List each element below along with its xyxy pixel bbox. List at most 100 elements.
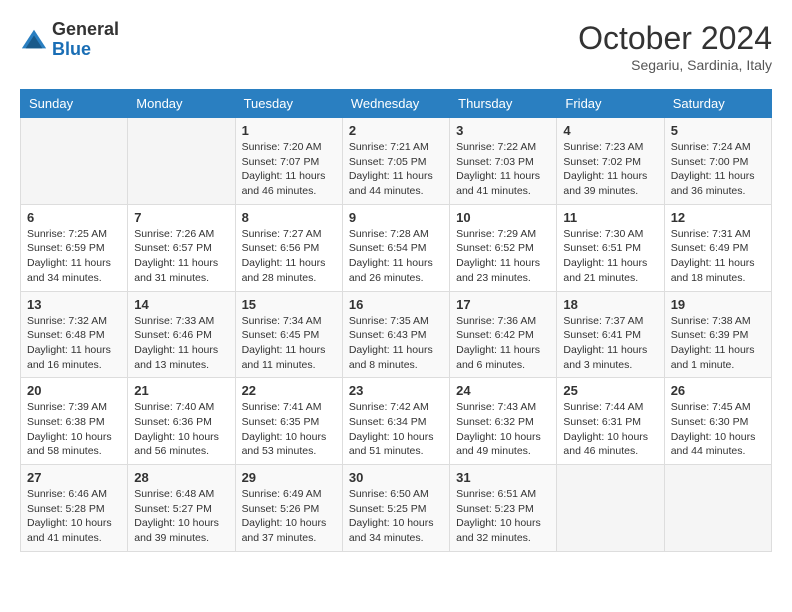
day-number: 26 <box>671 383 765 398</box>
day-number: 19 <box>671 297 765 312</box>
logo: General Blue <box>20 20 119 60</box>
day-info: Sunrise: 7:25 AM Sunset: 6:59 PM Dayligh… <box>27 227 121 286</box>
day-number: 21 <box>134 383 228 398</box>
calendar-day-cell: 6 Sunrise: 7:25 AM Sunset: 6:59 PM Daylig… <box>21 204 128 291</box>
day-number: 3 <box>456 123 550 138</box>
day-number: 20 <box>27 383 121 398</box>
day-number: 9 <box>349 210 443 225</box>
day-number: 16 <box>349 297 443 312</box>
calendar-day-cell: 11 Sunrise: 7:30 AM Sunset: 6:51 PM Dayli… <box>557 204 664 291</box>
day-number: 23 <box>349 383 443 398</box>
day-number: 30 <box>349 470 443 485</box>
calendar-day-cell: 12 Sunrise: 7:31 AM Sunset: 6:49 PM Dayli… <box>664 204 771 291</box>
calendar-week-row: 27 Sunrise: 6:46 AM Sunset: 5:28 PM Dayli… <box>21 465 772 552</box>
day-info: Sunrise: 7:45 AM Sunset: 6:30 PM Dayligh… <box>671 400 765 459</box>
calendar-day-cell: 7 Sunrise: 7:26 AM Sunset: 6:57 PM Daylig… <box>128 204 235 291</box>
calendar-day-cell: 28 Sunrise: 6:48 AM Sunset: 5:27 PM Dayli… <box>128 465 235 552</box>
day-info: Sunrise: 7:40 AM Sunset: 6:36 PM Dayligh… <box>134 400 228 459</box>
day-number: 12 <box>671 210 765 225</box>
day-number: 15 <box>242 297 336 312</box>
calendar-day-cell: 26 Sunrise: 7:45 AM Sunset: 6:30 PM Dayli… <box>664 378 771 465</box>
day-info: Sunrise: 7:34 AM Sunset: 6:45 PM Dayligh… <box>242 314 336 373</box>
day-info: Sunrise: 7:23 AM Sunset: 7:02 PM Dayligh… <box>563 140 657 199</box>
calendar-day-cell: 4Sunrise: 7:23 AM Sunset: 7:02 PM Daylig… <box>557 118 664 205</box>
month-title: October 2024 <box>578 20 772 57</box>
day-number: 29 <box>242 470 336 485</box>
day-info: Sunrise: 7:41 AM Sunset: 6:35 PM Dayligh… <box>242 400 336 459</box>
day-number: 2 <box>349 123 443 138</box>
calendar-day-cell <box>21 118 128 205</box>
day-number: 18 <box>563 297 657 312</box>
day-number: 17 <box>456 297 550 312</box>
calendar-table: SundayMondayTuesdayWednesdayThursdayFrid… <box>20 89 772 552</box>
day-info: Sunrise: 7:31 AM Sunset: 6:49 PM Dayligh… <box>671 227 765 286</box>
day-info: Sunrise: 7:20 AM Sunset: 7:07 PM Dayligh… <box>242 140 336 199</box>
calendar-day-cell: 30Sunrise: 6:50 AM Sunset: 5:25 PM Dayli… <box>342 465 449 552</box>
day-number: 11 <box>563 210 657 225</box>
weekday-header: Thursday <box>450 90 557 118</box>
day-info: Sunrise: 7:33 AM Sunset: 6:46 PM Dayligh… <box>134 314 228 373</box>
day-info: Sunrise: 7:22 AM Sunset: 7:03 PM Dayligh… <box>456 140 550 199</box>
day-info: Sunrise: 7:21 AM Sunset: 7:05 PM Dayligh… <box>349 140 443 199</box>
day-info: Sunrise: 7:37 AM Sunset: 6:41 PM Dayligh… <box>563 314 657 373</box>
calendar-day-cell: 27 Sunrise: 6:46 AM Sunset: 5:28 PM Dayli… <box>21 465 128 552</box>
calendar-day-cell: 17 Sunrise: 7:36 AM Sunset: 6:42 PM Dayli… <box>450 291 557 378</box>
day-number: 6 <box>27 210 121 225</box>
day-info: Sunrise: 6:46 AM Sunset: 5:28 PM Dayligh… <box>27 487 121 546</box>
day-info: Sunrise: 6:51 AM Sunset: 5:23 PM Dayligh… <box>456 487 550 546</box>
calendar-day-cell: 16Sunrise: 7:35 AM Sunset: 6:43 PM Dayli… <box>342 291 449 378</box>
calendar-day-cell: 2 Sunrise: 7:21 AM Sunset: 7:05 PM Daylig… <box>342 118 449 205</box>
day-info: Sunrise: 7:39 AM Sunset: 6:38 PM Dayligh… <box>27 400 121 459</box>
calendar-day-cell: 20 Sunrise: 7:39 AM Sunset: 6:38 PM Dayli… <box>21 378 128 465</box>
location: Segariu, Sardinia, Italy <box>578 57 772 73</box>
page-header: General Blue October 2024 Segariu, Sardi… <box>20 20 772 73</box>
calendar-day-cell: 23 Sunrise: 7:42 AM Sunset: 6:34 PM Dayli… <box>342 378 449 465</box>
day-info: Sunrise: 7:30 AM Sunset: 6:51 PM Dayligh… <box>563 227 657 286</box>
day-number: 13 <box>27 297 121 312</box>
day-number: 31 <box>456 470 550 485</box>
weekday-header: Saturday <box>664 90 771 118</box>
day-number: 27 <box>27 470 121 485</box>
day-info: Sunrise: 6:48 AM Sunset: 5:27 PM Dayligh… <box>134 487 228 546</box>
calendar-day-cell: 15 Sunrise: 7:34 AM Sunset: 6:45 PM Dayli… <box>235 291 342 378</box>
day-number: 10 <box>456 210 550 225</box>
calendar-day-cell: 25Sunrise: 7:44 AM Sunset: 6:31 PM Dayli… <box>557 378 664 465</box>
calendar-week-row: 20 Sunrise: 7:39 AM Sunset: 6:38 PM Dayli… <box>21 378 772 465</box>
day-info: Sunrise: 7:26 AM Sunset: 6:57 PM Dayligh… <box>134 227 228 286</box>
calendar-day-cell: 21 Sunrise: 7:40 AM Sunset: 6:36 PM Dayli… <box>128 378 235 465</box>
day-info: Sunrise: 7:44 AM Sunset: 6:31 PM Dayligh… <box>563 400 657 459</box>
calendar-day-cell: 5 Sunrise: 7:24 AM Sunset: 7:00 PM Daylig… <box>664 118 771 205</box>
calendar-day-cell: 24 Sunrise: 7:43 AM Sunset: 6:32 PM Dayli… <box>450 378 557 465</box>
day-info: Sunrise: 7:36 AM Sunset: 6:42 PM Dayligh… <box>456 314 550 373</box>
logo-icon <box>20 26 48 54</box>
calendar-day-cell: 18 Sunrise: 7:37 AM Sunset: 6:41 PM Dayli… <box>557 291 664 378</box>
day-info: Sunrise: 7:28 AM Sunset: 6:54 PM Dayligh… <box>349 227 443 286</box>
weekday-header: Tuesday <box>235 90 342 118</box>
calendar-day-cell: 9 Sunrise: 7:28 AM Sunset: 6:54 PM Daylig… <box>342 204 449 291</box>
day-number: 7 <box>134 210 228 225</box>
calendar-day-cell: 10Sunrise: 7:29 AM Sunset: 6:52 PM Dayli… <box>450 204 557 291</box>
calendar-day-cell: 13Sunrise: 7:32 AM Sunset: 6:48 PM Dayli… <box>21 291 128 378</box>
calendar-week-row: 1Sunrise: 7:20 AM Sunset: 7:07 PM Daylig… <box>21 118 772 205</box>
weekday-header: Sunday <box>21 90 128 118</box>
calendar-day-cell: 22 Sunrise: 7:41 AM Sunset: 6:35 PM Dayli… <box>235 378 342 465</box>
day-info: Sunrise: 7:24 AM Sunset: 7:00 PM Dayligh… <box>671 140 765 199</box>
calendar-day-cell <box>557 465 664 552</box>
calendar-day-cell <box>664 465 771 552</box>
weekday-header: Wednesday <box>342 90 449 118</box>
calendar-day-cell: 8Sunrise: 7:27 AM Sunset: 6:56 PM Daylig… <box>235 204 342 291</box>
day-info: Sunrise: 7:42 AM Sunset: 6:34 PM Dayligh… <box>349 400 443 459</box>
day-info: Sunrise: 7:43 AM Sunset: 6:32 PM Dayligh… <box>456 400 550 459</box>
day-number: 22 <box>242 383 336 398</box>
calendar-day-cell: 29 Sunrise: 6:49 AM Sunset: 5:26 PM Dayli… <box>235 465 342 552</box>
day-number: 28 <box>134 470 228 485</box>
day-number: 5 <box>671 123 765 138</box>
calendar-week-row: 6 Sunrise: 7:25 AM Sunset: 6:59 PM Daylig… <box>21 204 772 291</box>
day-number: 8 <box>242 210 336 225</box>
day-number: 14 <box>134 297 228 312</box>
weekday-header: Friday <box>557 90 664 118</box>
day-info: Sunrise: 6:49 AM Sunset: 5:26 PM Dayligh… <box>242 487 336 546</box>
day-number: 24 <box>456 383 550 398</box>
calendar-day-cell: 3 Sunrise: 7:22 AM Sunset: 7:03 PM Daylig… <box>450 118 557 205</box>
calendar-week-row: 13Sunrise: 7:32 AM Sunset: 6:48 PM Dayli… <box>21 291 772 378</box>
